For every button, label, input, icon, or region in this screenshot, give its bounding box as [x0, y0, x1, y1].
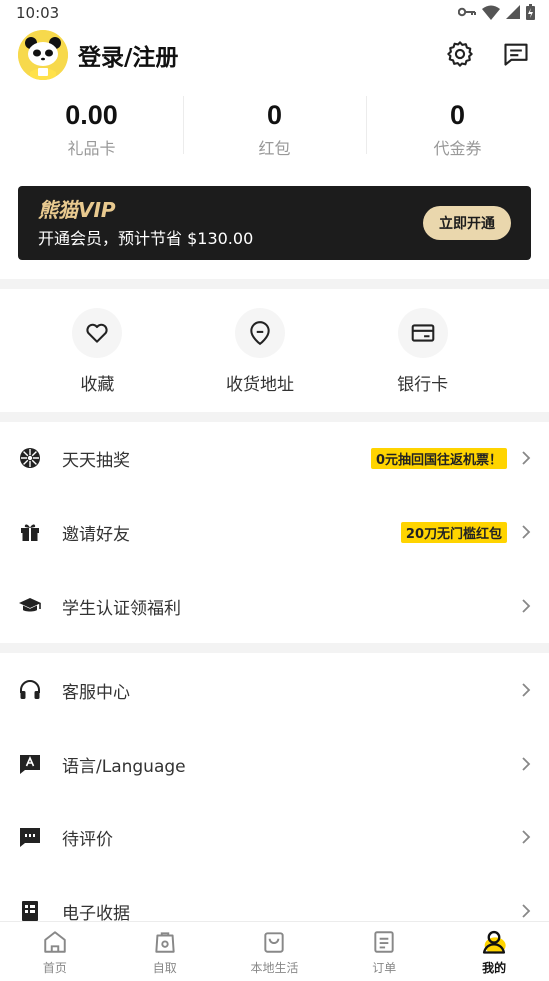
- chevron-right-icon: [519, 680, 533, 700]
- quick-actions: 收藏 收货地址 银行卡: [0, 300, 549, 412]
- stat-value: 0: [449, 100, 466, 130]
- stat-gift-card[interactable]: 0.00 礼品卡: [0, 92, 183, 162]
- settings-button[interactable]: [444, 38, 476, 70]
- menu-row-student-verification[interactable]: 学生认证领福利: [0, 574, 549, 638]
- login-register-link[interactable]: 登录/注册: [78, 38, 178, 72]
- stat-voucher[interactable]: 0 代金券: [366, 92, 549, 162]
- quick-action-icon-circle: [235, 308, 285, 358]
- status-bar: 10:03: [0, 0, 549, 26]
- quick-action-icon-circle: [397, 308, 448, 358]
- graduation-cap-icon: [19, 598, 41, 612]
- row-label: 天天抽奖: [62, 451, 130, 471]
- status-icons: [458, 4, 535, 20]
- row-label: 待评价: [62, 830, 113, 850]
- tab-local-life[interactable]: 本地生活: [220, 922, 330, 981]
- row-label: 学生认证领福利: [62, 599, 181, 619]
- menu-row-lottery[interactable]: 天天抽奖 0元抽回国往返机票！: [0, 426, 549, 490]
- quick-action-icon-circle: [72, 308, 123, 358]
- stat-label: 礼品卡: [67, 139, 116, 158]
- quick-action-address[interactable]: 收货地址: [179, 300, 342, 412]
- row-icon: [18, 446, 42, 470]
- quick-action-label: 银行卡: [397, 375, 449, 395]
- row-icon: [18, 899, 42, 923]
- chevron-right-icon: [519, 754, 533, 774]
- tab-orders[interactable]: 订单: [329, 922, 439, 981]
- row-label: 语言/Language: [62, 757, 186, 777]
- key-icon: [458, 7, 476, 17]
- messages-button[interactable]: [500, 38, 532, 70]
- menu-row-invite-friends[interactable]: 邀请好友 20刀无门槛红包: [0, 500, 549, 564]
- vip-logo: 熊猫VIP: [38, 198, 116, 222]
- stat-label: 红包: [258, 139, 291, 158]
- promo-badge: 20刀无门槛红包: [400, 522, 507, 543]
- section-divider: [0, 643, 549, 653]
- chevron-right-icon: [519, 448, 533, 468]
- message-icon: [504, 43, 528, 66]
- tab-label: 我的: [482, 961, 507, 975]
- stat-value: 0: [266, 100, 283, 130]
- receipt-icon: [22, 901, 38, 921]
- row-label: 客服中心: [62, 683, 130, 703]
- panda-avatar-icon: [18, 30, 68, 80]
- wallet-stats: 0.00 礼品卡 0 红包 0 代金券: [0, 92, 549, 162]
- menu-row-customer-service[interactable]: 客服中心: [0, 658, 549, 722]
- profile-icon: [439, 928, 549, 956]
- tab-label: 首页: [42, 961, 67, 975]
- language-icon: [20, 755, 40, 774]
- heart-icon: [86, 323, 108, 343]
- wifi-icon: [482, 5, 500, 20]
- row-icon: [18, 678, 42, 702]
- stat-red-packet[interactable]: 0 红包: [183, 92, 366, 162]
- quick-action-label: 收藏: [80, 375, 115, 395]
- profile-header: 登录/注册: [0, 28, 549, 82]
- vip-banner[interactable]: 熊猫VIP 开通会员，预计节省 $130.00 立即开通: [18, 186, 531, 260]
- quick-action-label: 收货地址: [226, 375, 294, 395]
- gear-icon: [447, 41, 473, 67]
- tab-profile[interactable]: 我的: [439, 922, 549, 981]
- stat-label: 代金券: [433, 139, 482, 158]
- vip-activate-button[interactable]: 立即开通: [423, 206, 511, 240]
- row-label: 邀请好友: [62, 525, 130, 545]
- quick-action-bank-card[interactable]: 银行卡: [341, 300, 504, 412]
- section-divider: [0, 279, 549, 289]
- section-divider: [0, 412, 549, 422]
- tab-home[interactable]: 首页: [0, 922, 110, 981]
- row-icon: [18, 520, 42, 544]
- menu-row-pending-reviews[interactable]: 待评价: [0, 805, 549, 869]
- tab-label: 自取: [152, 961, 177, 975]
- gift-icon: [21, 524, 39, 541]
- local-life-icon: [220, 928, 330, 956]
- promo-badge: 0元抽回国往返机票！: [370, 448, 507, 469]
- row-icon: [18, 752, 42, 776]
- tab-label: 订单: [372, 961, 397, 975]
- stat-value: 0.00: [65, 100, 118, 130]
- home-icon: [0, 928, 110, 956]
- chevron-right-icon: [519, 827, 533, 847]
- headset-icon: [20, 680, 40, 699]
- row-icon: [18, 825, 42, 849]
- chevron-right-icon: [519, 596, 533, 616]
- avatar[interactable]: [18, 30, 68, 80]
- chevron-right-icon: [519, 901, 533, 921]
- signal-icon: [506, 5, 520, 19]
- location-pin-icon: [250, 321, 270, 346]
- order-list-icon: [329, 928, 439, 956]
- status-time: 10:03: [16, 4, 60, 22]
- vip-description: 开通会员，预计节省 $130.00: [38, 229, 254, 248]
- bottom-tab-bar: 首页 自取 本地生活 订单 我的: [0, 921, 549, 981]
- row-icon: [18, 594, 42, 618]
- quick-action-favorites[interactable]: 收藏: [16, 300, 179, 412]
- tab-label: 本地生活: [250, 961, 299, 975]
- tab-pickup[interactable]: 自取: [110, 922, 220, 981]
- battery-icon: [526, 4, 535, 20]
- lottery-wheel-icon: [20, 448, 40, 468]
- chevron-right-icon: [519, 522, 533, 542]
- comment-icon: [20, 828, 40, 847]
- credit-card-icon: [411, 324, 434, 342]
- menu-row-language[interactable]: 语言/Language: [0, 732, 549, 796]
- pickup-bag-icon: [110, 928, 220, 956]
